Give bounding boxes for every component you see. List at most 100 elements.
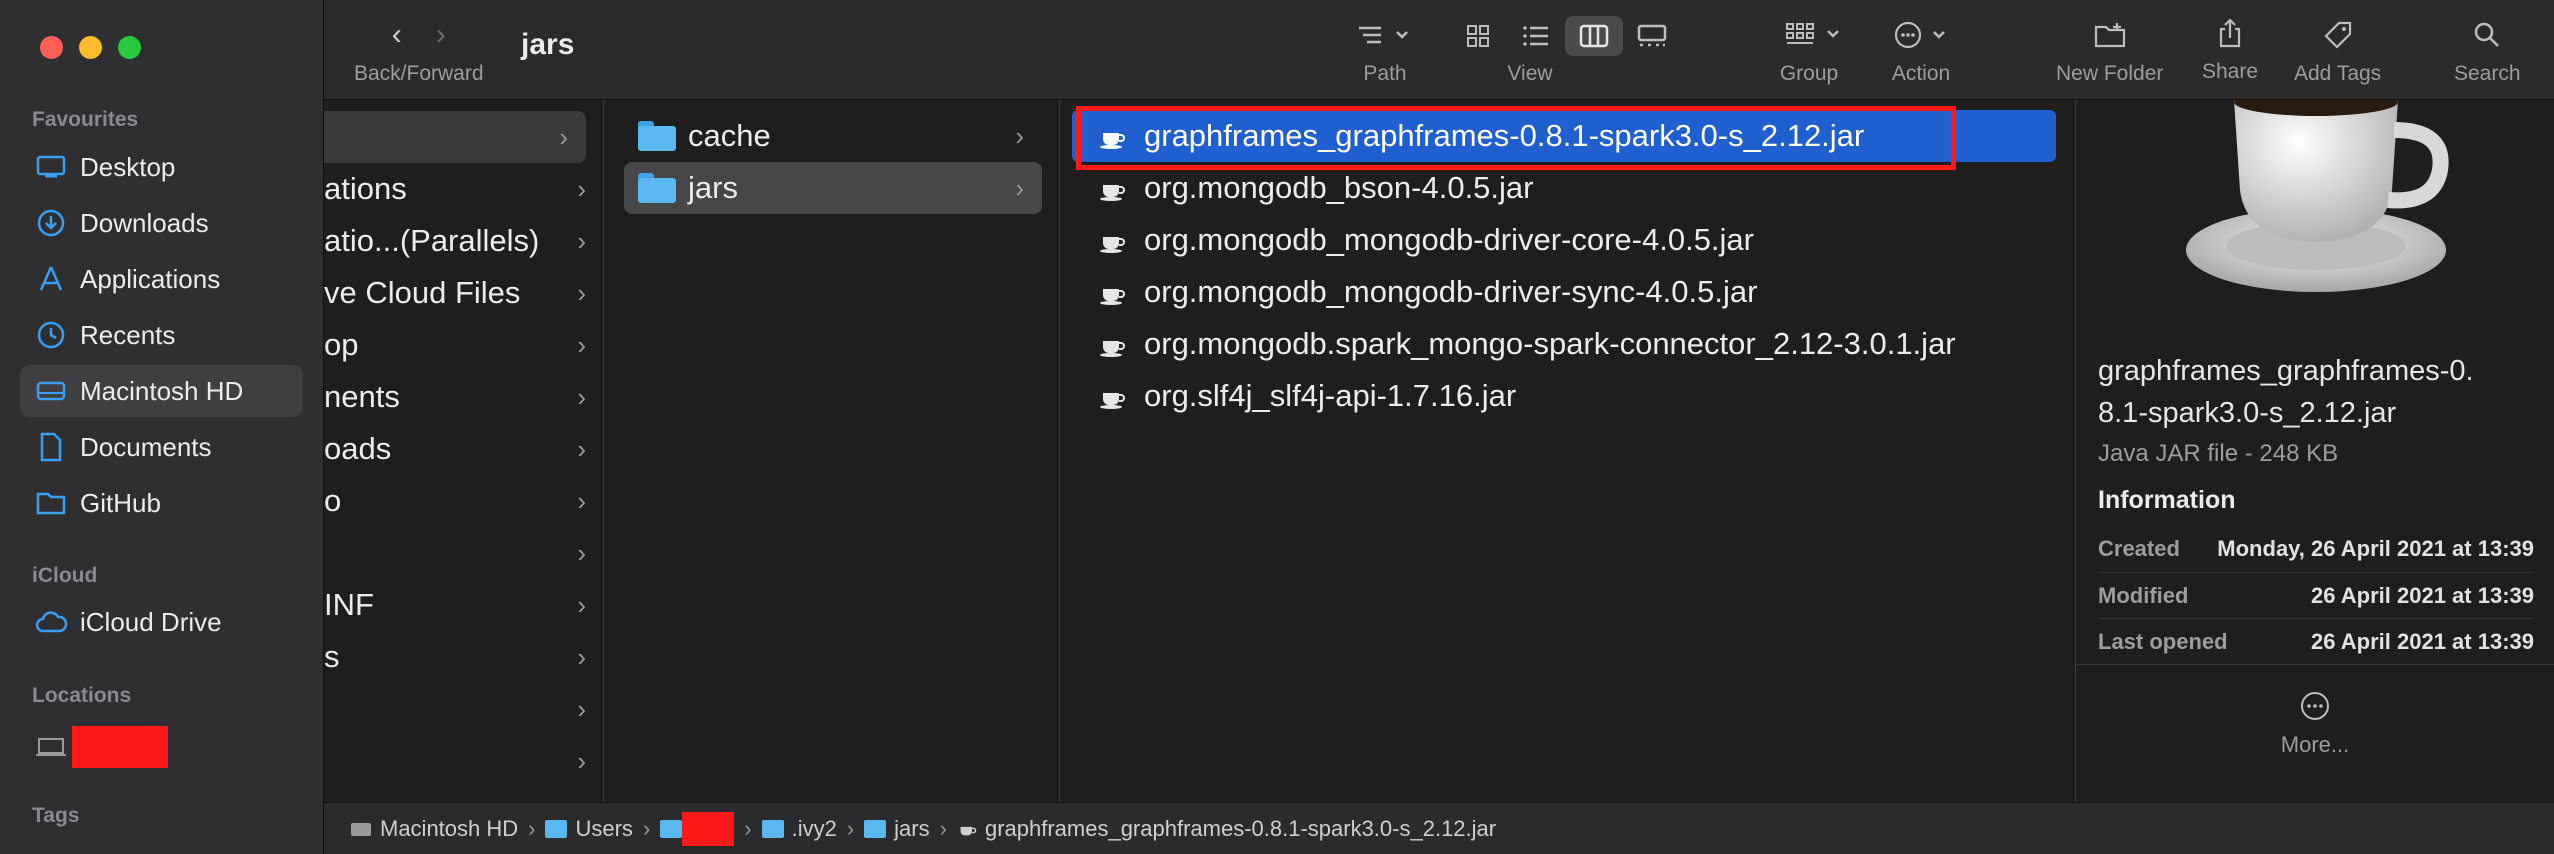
list-view-icon[interactable] (1507, 16, 1565, 56)
list-item[interactable]: op › (324, 319, 604, 371)
disk-icon (34, 374, 68, 408)
information-heading: Information (2098, 486, 2236, 514)
sidebar: Favourites Desktop Downloads Application… (0, 0, 324, 854)
file-item[interactable]: org.slf4j_slf4j-api-1.7.16.jar (1072, 370, 2056, 422)
java-cup-image (2186, 100, 2449, 292)
sidebar-item-computer[interactable] (20, 721, 303, 773)
sidebar-item-applications[interactable]: Applications (20, 253, 303, 305)
folder-item-jars[interactable]: jars › (624, 162, 1042, 214)
list-item[interactable]: atio...(Parallels) › (324, 215, 604, 267)
view-label: View (1507, 62, 1553, 85)
list-item[interactable]: oads › (324, 423, 604, 475)
folder-icon (638, 121, 676, 151)
chevron-right-icon: › (577, 589, 586, 620)
chevron-right-icon: › (577, 641, 586, 672)
tags-heading: Tags (32, 804, 80, 827)
path-item-macintosh-hd[interactable]: Macintosh HD (350, 816, 518, 842)
action-button[interactable]: Action (1892, 18, 1956, 86)
tag-icon (2323, 18, 2353, 52)
more-button[interactable]: More... (2076, 690, 2554, 758)
file-item[interactable]: org.mongodb.spark_mongo-spark-connector_… (1072, 318, 2056, 370)
list-item[interactable]: › (324, 111, 586, 163)
info-row-created: Created Monday, 26 April 2021 at 13:39 (2098, 536, 2534, 561)
path-separator: › (939, 815, 947, 841)
path-item-users[interactable]: Users (545, 816, 633, 842)
cloud-icon (34, 605, 68, 639)
path-separator: › (846, 815, 855, 841)
sidebar-item-icloud-drive[interactable]: iCloud Drive (20, 596, 303, 648)
finder-window: Favourites Desktop Downloads Application… (0, 0, 2554, 854)
close-button[interactable] (40, 36, 63, 59)
chevron-right-icon: › (1015, 120, 1024, 151)
icon-view-icon[interactable] (1449, 16, 1507, 56)
back-icon[interactable]: ‹ (392, 18, 402, 52)
redacted-username (682, 811, 735, 846)
sidebar-item-label: GitHub (80, 487, 161, 518)
folder-icon (545, 819, 568, 838)
file-item[interactable]: org.mongodb_mongodb-driver-core-4.0.5.ja… (1072, 214, 2056, 266)
chevron-right-icon: › (1015, 172, 1024, 203)
back-forward-control: ‹ › Back/Forward (354, 18, 484, 86)
disk-icon (351, 822, 371, 836)
info-row-last-opened: Last opened 26 April 2021 at 13:39 (2098, 618, 2534, 664)
new-folder-icon (2093, 18, 2127, 52)
list-item[interactable]: s › (324, 631, 604, 683)
sidebar-item-github[interactable]: GitHub (20, 477, 303, 529)
path-separator: › (528, 815, 536, 841)
column-1: › ations › atio...(Parallels) › ve Cloud F… (324, 100, 604, 802)
column-view-icon[interactable] (1565, 16, 1623, 56)
forward-icon[interactable]: › (436, 18, 446, 52)
path-icon (1355, 18, 1415, 52)
list-item[interactable]: ve Cloud Files › (324, 267, 604, 319)
column-3: graphframes_graphframes-0.8.1-spark3.0-s… (1060, 100, 2076, 802)
list-item[interactable]: INF › (324, 579, 604, 631)
sidebar-item-documents[interactable]: Documents (20, 421, 303, 473)
folder-icon (34, 486, 68, 520)
folder-item-cache[interactable]: cache › (624, 110, 1042, 162)
file-item[interactable]: org.mongodb_mongodb-driver-sync-4.0.5.ja… (1072, 266, 2056, 318)
path-item-user-home[interactable] (660, 811, 735, 846)
chevron-right-icon: › (577, 329, 586, 360)
file-item[interactable]: org.mongodb_bson-4.0.5.jar (1072, 162, 2056, 214)
search-button[interactable]: Search (2454, 18, 2521, 86)
sidebar-item-downloads[interactable]: Downloads (20, 197, 303, 249)
list-item[interactable]: › (324, 735, 604, 787)
new-folder-button[interactable]: New Folder (2056, 18, 2163, 86)
path-item-file[interactable]: graphframes_graphframes-0.8.1-spark3.0-s… (957, 816, 1496, 842)
list-item[interactable]: nents › (324, 371, 604, 423)
info-row-modified: Modified 26 April 2021 at 13:39 (2098, 572, 2534, 618)
chevron-right-icon: › (577, 381, 586, 412)
sidebar-item-macintosh-hd[interactable]: Macintosh HD (20, 365, 303, 417)
list-item[interactable]: ations › (324, 163, 604, 215)
java-cup-icon (960, 826, 977, 835)
group-button[interactable]: Group (1780, 18, 1846, 86)
sidebar-item-recents[interactable]: Recents (20, 309, 303, 361)
list-item[interactable]: › (324, 683, 604, 735)
folder-icon (864, 819, 887, 838)
minimize-button[interactable] (79, 36, 102, 59)
add-tags-button[interactable]: Add Tags (2294, 18, 2381, 86)
path-item-jars[interactable]: jars (864, 816, 930, 842)
java-cup-icon (1100, 341, 1125, 357)
sidebar-item-label: Documents (80, 431, 212, 462)
path-button[interactable]: Path (1355, 18, 1415, 86)
chevron-right-icon: › (559, 121, 568, 152)
preview-kind: Java JAR file - 248 KB (2098, 440, 2339, 467)
chevron-right-icon: › (577, 433, 586, 464)
chevron-right-icon: › (577, 277, 586, 308)
zoom-button[interactable] (118, 36, 141, 59)
path-item-ivy2[interactable]: .ivy2 (761, 816, 837, 842)
gallery-view-icon[interactable] (1623, 16, 1681, 56)
share-button[interactable]: Share (2202, 16, 2258, 84)
list-item[interactable]: › (324, 527, 604, 579)
sidebar-item-label: Downloads (80, 207, 209, 238)
column-2: cache › jars › (604, 100, 1060, 802)
path-bar: Macintosh HD › Users › › .ivy2 › jars › … (324, 802, 2554, 854)
new-folder-label: New Folder (2056, 62, 2164, 85)
sidebar-item-desktop[interactable]: Desktop (20, 141, 303, 193)
list-item[interactable]: o › (324, 475, 604, 527)
path-label: Path (1363, 62, 1407, 85)
java-cup-icon (1100, 185, 1125, 201)
toolbar: ‹ › Back/Forward jars Path View Group Ac… (324, 0, 2554, 100)
applications-icon (34, 262, 68, 296)
